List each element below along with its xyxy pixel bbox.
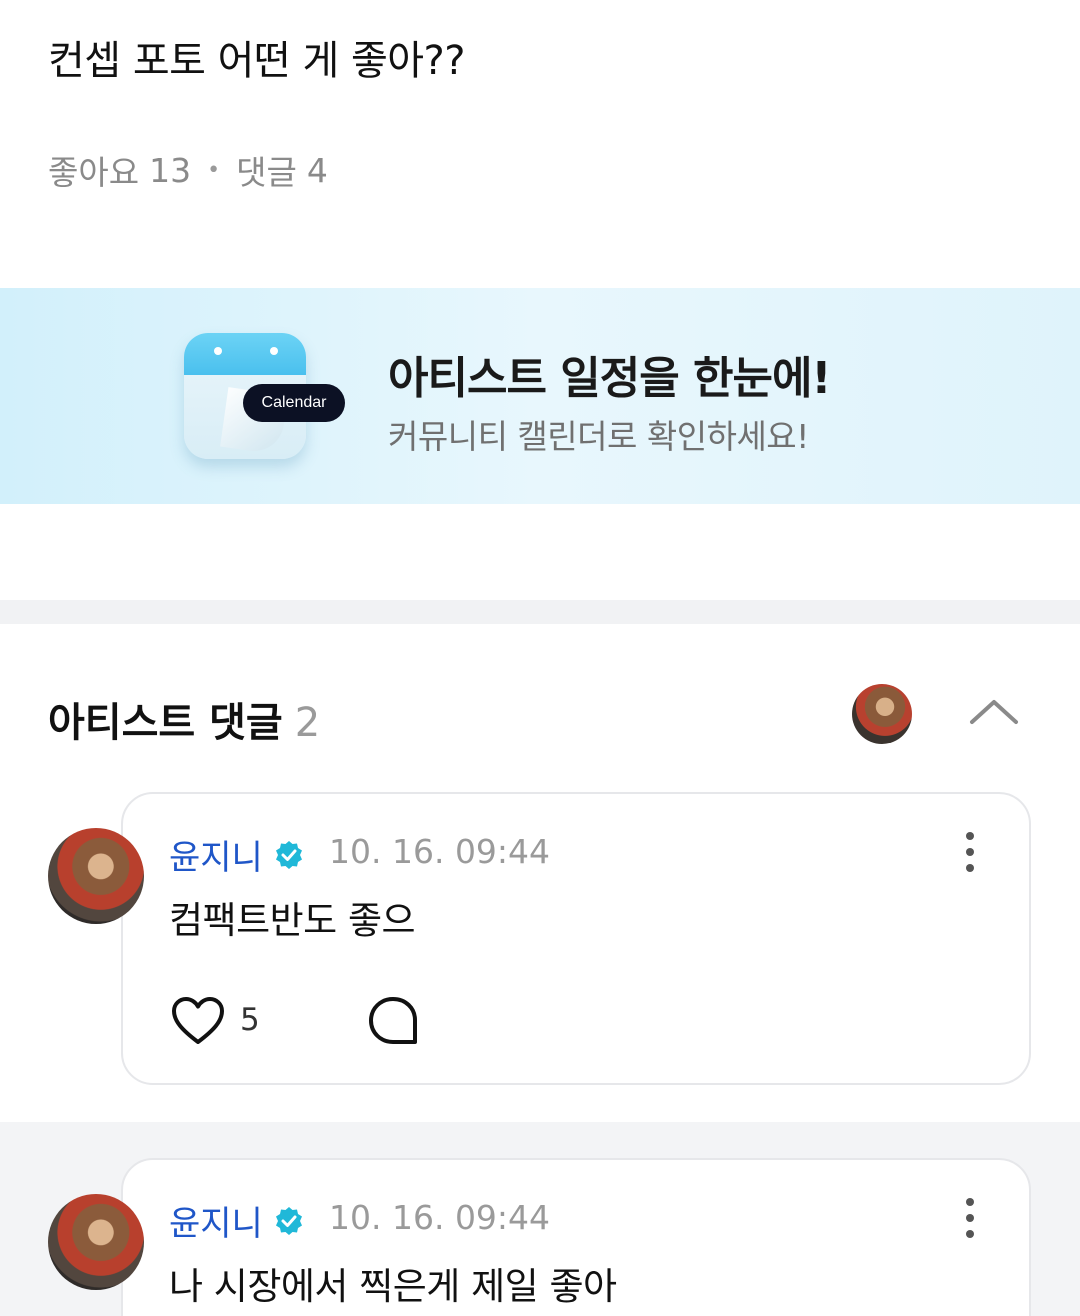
- comments-label: 댓글: [236, 153, 297, 192]
- post-stats: 좋아요 13 • 댓글 4: [48, 146, 328, 194]
- likes-count: 13: [149, 150, 192, 190]
- post-title: 컨셉 포토 어떤 게 좋아??: [48, 38, 466, 84]
- more-options-icon[interactable]: [960, 1196, 980, 1240]
- avatar[interactable]: [48, 828, 144, 924]
- likes-label: 좋아요: [48, 153, 140, 192]
- comment-author[interactable]: 윤지니: [169, 1196, 305, 1245]
- artist-avatar[interactable]: [852, 684, 912, 744]
- comment-text: 컴팩트반도 좋으: [169, 899, 416, 942]
- author-name: 윤지니: [169, 838, 263, 878]
- artist-comments-heading: 아티스트 댓글 2: [48, 690, 320, 748]
- banner-title: 아티스트 일정을 한눈에!: [388, 353, 832, 404]
- author-name: 윤지니: [169, 1204, 263, 1244]
- reply-icon[interactable]: [367, 995, 419, 1047]
- comment-author[interactable]: 윤지니: [169, 830, 305, 879]
- artist-comments-count: 2: [294, 700, 321, 746]
- chevron-up-icon[interactable]: [964, 690, 1024, 734]
- verified-badge-icon: [273, 839, 305, 871]
- heart-icon[interactable]: [170, 995, 226, 1047]
- comment-time: 10. 16. 09:44: [329, 1198, 551, 1237]
- artist-comments-title: 아티스트 댓글: [48, 700, 283, 746]
- more-options-icon[interactable]: [960, 830, 980, 874]
- verified-badge-icon: [273, 1205, 305, 1237]
- comment-text: 나 시장에서 찍은게 제일 좋아: [169, 1265, 617, 1308]
- avatar[interactable]: [48, 1194, 144, 1290]
- comment-time: 10. 16. 09:44: [329, 832, 551, 871]
- separator-dot: •: [207, 157, 221, 183]
- banner-subtitle: 커뮤니티 캘린더로 확인하세요!: [388, 417, 809, 456]
- like-count: 5: [240, 1002, 260, 1038]
- section-divider: [0, 600, 1080, 624]
- calendar-tag: Calendar: [243, 384, 345, 422]
- comments-count: 4: [306, 150, 328, 190]
